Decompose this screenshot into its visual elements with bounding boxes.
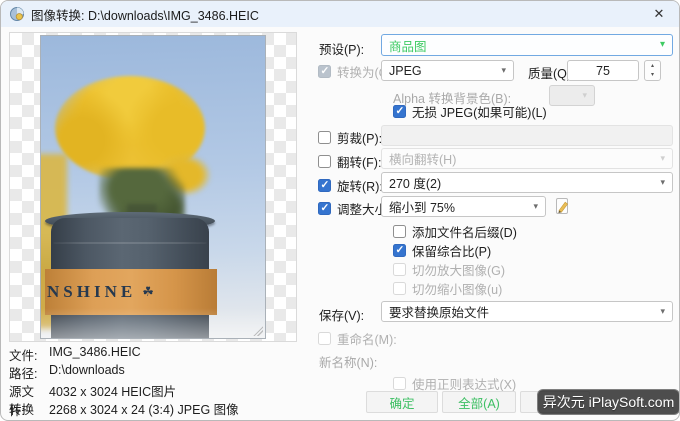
keep-ratio-checkbox[interactable]: [393, 244, 406, 257]
crop-row: 剪裁(P):: [318, 128, 382, 147]
image-preview-panel: NSHINE ☘: [9, 32, 297, 342]
format-dropdown[interactable]: JPEG ▾: [381, 60, 514, 81]
rename-row: 重命名(M):: [318, 329, 397, 348]
lossless-row: 无损 JPEG(如果可能)(L): [393, 102, 547, 121]
resize-grip-icon: [252, 325, 263, 336]
lossless-checkbox[interactable]: [393, 105, 406, 118]
app-icon: [9, 6, 25, 22]
flip-label: 翻转(F):: [337, 152, 381, 171]
format-value: JPEG: [389, 64, 422, 78]
chevron-down-icon: ▾: [660, 307, 665, 316]
rename-label: 重命名(M):: [337, 329, 397, 348]
edit-pencil-icon: [553, 197, 571, 215]
title-bar: 图像转换: D:\downloads\IMG_3486.HEIC ✕: [1, 1, 679, 27]
info-output-label: 转换为:: [9, 399, 49, 421]
convert-to-checkbox[interactable]: [318, 65, 331, 78]
resize-value: 缩小到 75%: [389, 197, 455, 216]
rotate-value: 270 度(2): [389, 173, 441, 192]
edit-resize-button[interactable]: [551, 195, 573, 217]
chevron-down-icon: ▾: [501, 66, 506, 75]
filename-suffix-checkbox[interactable]: [393, 225, 406, 238]
chevron-down-icon: ▾: [660, 154, 665, 163]
keep-ratio-label: 保留综合比(P): [412, 241, 491, 260]
regex-checkbox: [393, 377, 406, 390]
watermark-badge: 异次元 iPlaySoft.com: [537, 389, 680, 415]
window-title: 图像转换: D:\downloads\IMG_3486.HEIC: [31, 5, 259, 24]
quality-input[interactable]: [567, 60, 639, 81]
save-value: 要求替换原始文件: [389, 302, 489, 321]
photo-haze: [41, 308, 265, 338]
spinner-up-icon[interactable]: ▴: [645, 61, 660, 71]
rotate-label: 旋转(R):: [337, 176, 383, 195]
info-path-label: 路径:: [9, 363, 49, 382]
chevron-down-icon: ▾: [660, 40, 665, 50]
flip-checkbox[interactable]: [318, 155, 331, 168]
resize-dropdown[interactable]: 缩小到 75% ▾: [381, 196, 546, 217]
resize-checkbox[interactable]: [318, 202, 331, 215]
info-file: 文件: IMG_3486.HEIC: [9, 345, 141, 364]
rename-checkbox: [318, 332, 331, 345]
quality-stepper[interactable]: ▴ ▾: [644, 60, 661, 81]
no-enlarge-label: 切勿放大图像(G): [412, 260, 505, 279]
no-shrink-row: 切勿缩小图像(u): [393, 279, 502, 298]
info-path: 路径: D:\downloads: [9, 363, 125, 382]
alpha-bg-dropdown: ▾: [549, 85, 595, 106]
no-shrink-label: 切勿缩小图像(u): [412, 279, 502, 298]
close-icon[interactable]: ✕: [647, 3, 671, 25]
flip-dropdown: 横向翻转(H) ▾: [381, 148, 673, 169]
info-path-value: D:\downloads: [49, 363, 125, 382]
keep-ratio-row: 保留综合比(P): [393, 241, 491, 260]
preset-label: 预设(P):: [319, 39, 364, 58]
crop-checkbox[interactable]: [318, 131, 331, 144]
chevron-down-icon: ▾: [533, 202, 538, 211]
preset-dropdown[interactable]: 商品图 ▾: [381, 34, 673, 56]
filename-suffix-label: 添加文件名后缀(D): [412, 222, 517, 241]
no-enlarge-checkbox: [393, 263, 406, 276]
save-label: 保存(V):: [319, 305, 364, 324]
photo-preview: NSHINE ☘: [40, 35, 266, 339]
preset-value: 商品图: [389, 36, 427, 55]
info-file-label: 文件:: [9, 345, 49, 364]
info-output-value: 2268 x 3024 x 24 (3:4) JPEG 图像: [49, 399, 239, 421]
lossless-label: 无损 JPEG(如果可能)(L): [412, 102, 547, 121]
save-dropdown[interactable]: 要求替换原始文件 ▾: [381, 301, 673, 322]
crop-label: 剪裁(P):: [337, 128, 382, 147]
info-output: 转换为: 2268 x 3024 x 24 (3:4) JPEG 图像: [9, 399, 239, 421]
flip-row: 翻转(F):: [318, 152, 381, 171]
pot-band-text: NSHINE: [45, 282, 136, 302]
rotate-row: 旋转(R):: [318, 176, 383, 195]
image-convert-dialog: 图像转换: D:\downloads\IMG_3486.HEIC ✕ NSHIN…: [0, 0, 680, 421]
chevron-down-icon: ▾: [582, 91, 587, 100]
crop-field: [381, 125, 673, 146]
rotate-checkbox[interactable]: [318, 179, 331, 192]
ok-button[interactable]: 确定: [366, 391, 438, 413]
photo-pot-ridge: [53, 242, 207, 244]
all-button[interactable]: 全部(A): [442, 391, 516, 413]
no-shrink-checkbox: [393, 282, 406, 295]
flip-value: 横向翻转(H): [389, 149, 456, 168]
rotate-dropdown[interactable]: 270 度(2) ▾: [381, 172, 673, 193]
chevron-down-icon: ▾: [660, 178, 665, 187]
filename-suffix-row: 添加文件名后缀(D): [393, 222, 517, 241]
spinner-down-icon[interactable]: ▾: [645, 71, 660, 81]
clover-icon: ☘: [142, 284, 154, 300]
no-enlarge-row: 切勿放大图像(G): [393, 260, 505, 279]
info-file-value: IMG_3486.HEIC: [49, 345, 141, 364]
new-name-label: 新名称(N):: [319, 352, 377, 371]
